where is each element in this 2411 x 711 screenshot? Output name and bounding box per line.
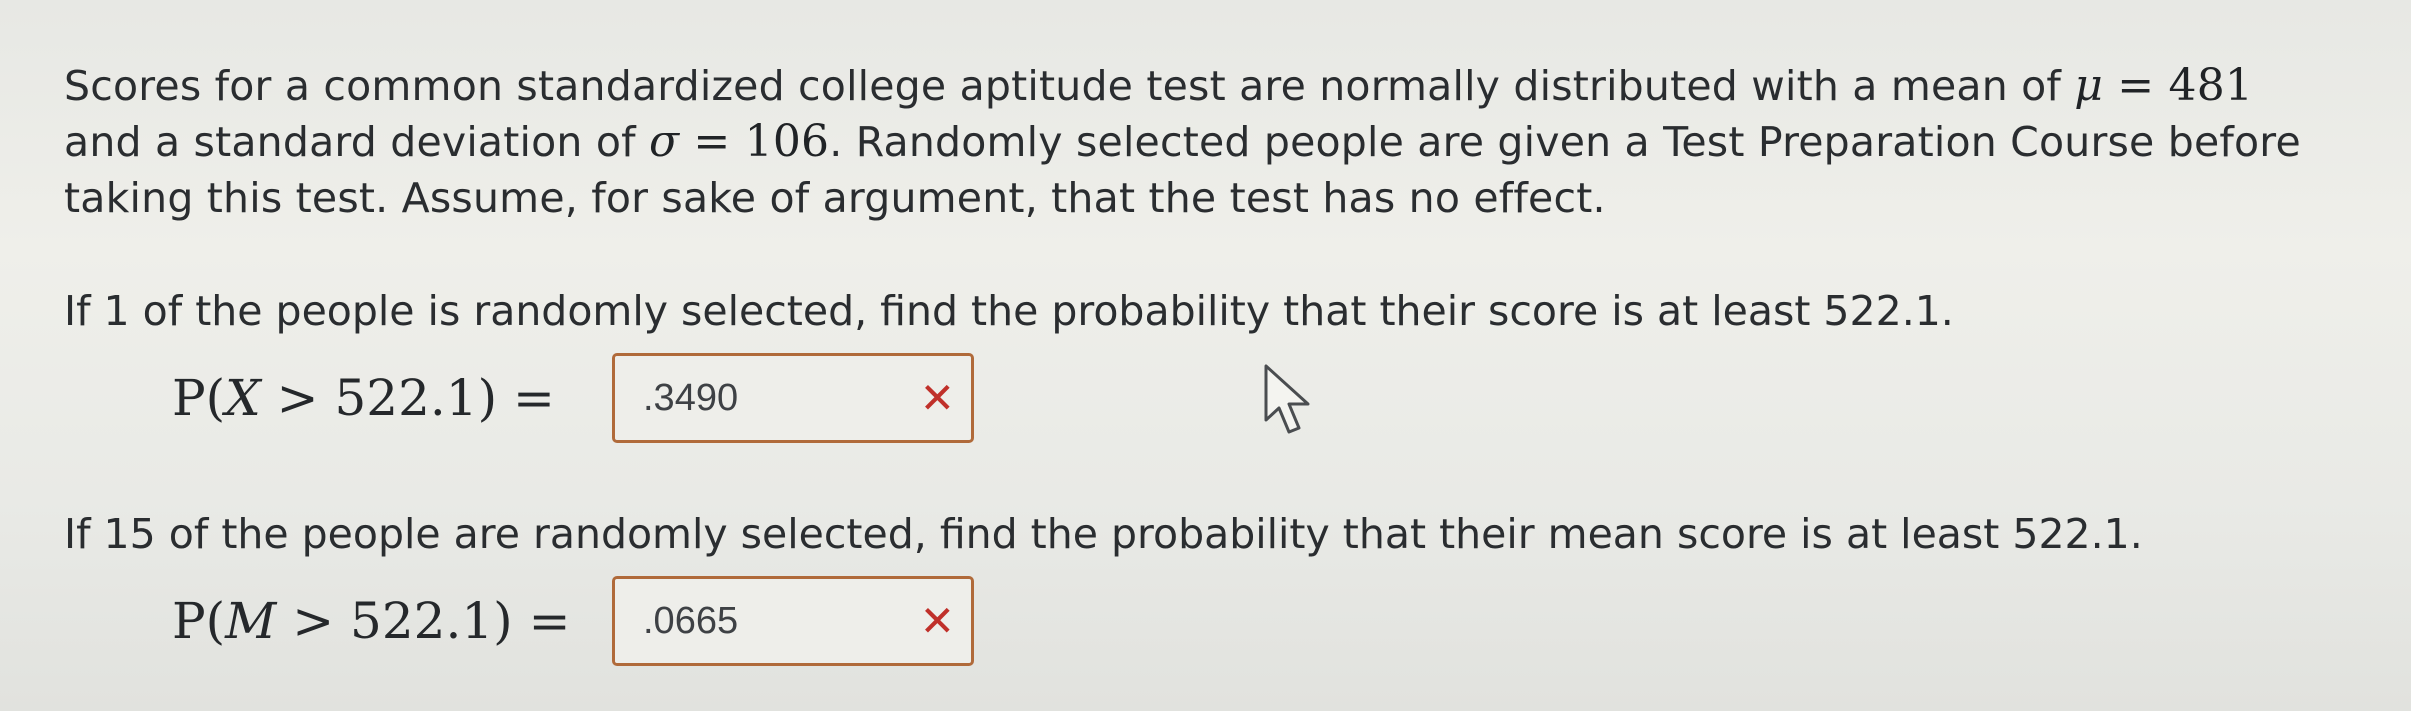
expr-1-prefix: P( [172,369,226,427]
probability-expression-2: P(M > 522.1) = [172,592,612,650]
equals-sign: = [2103,60,2169,111]
problem-intro: Scores for a common standardized college… [64,58,2344,226]
answer-input-2[interactable]: .0665 ✕ [612,576,974,666]
mu-symbol: μ [2074,60,2104,111]
intro-text-1: Scores for a common standardized college… [64,62,2075,110]
expr-2-prefix: P( [172,592,226,650]
equals-sign-2: = [679,116,745,167]
expr-2-suffix: > 522.1) = [276,592,571,650]
close-icon: ✕ [919,596,955,646]
answer-1-value: .3490 [643,376,739,419]
question-part-1: If 1 of the people is randomly selected,… [64,283,1954,443]
answer-2-value: .0665 [643,599,739,642]
expr-1-variable: X [225,369,261,427]
answer-row-2: P(M > 522.1) = .0665 ✕ [172,576,2143,666]
question-2-text: If 15 of the people are randomly selecte… [64,510,2143,558]
probability-expression-1: P(X > 522.1) = [172,369,612,427]
mean-value: 481 [2168,60,2254,111]
expr-1-suffix: > 522.1) = [260,369,555,427]
question-1-text: If 1 of the people is randomly selected,… [64,287,1954,335]
sd-value: 106 [744,116,830,167]
mouse-cursor-icon [1264,364,1310,434]
intro-text-2: and a standard deviation of [64,118,649,166]
close-icon: ✕ [919,373,955,423]
answer-input-1[interactable]: .3490 ✕ [612,353,974,443]
sigma-symbol: σ [648,116,680,167]
question-part-2: If 15 of the people are randomly selecte… [64,506,2143,666]
expr-2-variable: M [225,592,277,650]
answer-row-1: P(X > 522.1) = .3490 ✕ [172,353,1954,443]
problem-statement: Scores for a common standardized college… [64,58,2344,226]
